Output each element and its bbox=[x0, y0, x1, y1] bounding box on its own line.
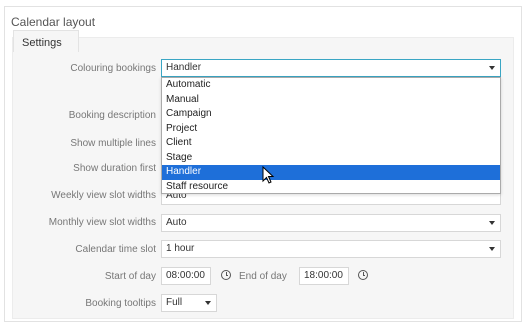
booking-description-label: Booking description bbox=[68, 110, 156, 121]
colouring-bookings-label: Colouring bookings bbox=[70, 63, 156, 74]
panel-title: Calendar layout bbox=[11, 15, 96, 29]
colouring-bookings-select[interactable]: Handler bbox=[161, 59, 501, 77]
show-duration-first-label: Show duration first bbox=[73, 163, 156, 174]
calendar-time-slot-label: Calendar time slot bbox=[75, 244, 156, 255]
booking-tooltips-select[interactable]: Full bbox=[161, 294, 217, 312]
dropdown-option-client[interactable]: Client bbox=[162, 136, 500, 151]
mouse-pointer-icon bbox=[262, 166, 275, 184]
clock-icon[interactable] bbox=[358, 270, 368, 280]
monthly-view-slot-widths-label: Monthly view slot widths bbox=[48, 217, 156, 228]
monthly-view-slot-widths-value: Auto bbox=[166, 217, 187, 228]
start-of-day-input[interactable]: 08:00:00 bbox=[161, 267, 211, 285]
calendar-time-slot-select[interactable]: 1 hour bbox=[161, 240, 501, 258]
dropdown-option-automatic[interactable]: Automatic bbox=[162, 78, 500, 93]
booking-tooltips-value: Full bbox=[166, 297, 183, 308]
booking-tooltips-label: Booking tooltips bbox=[85, 298, 156, 309]
dropdown-option-manual[interactable]: Manual bbox=[162, 93, 500, 108]
chevron-down-icon bbox=[489, 247, 495, 251]
weekly-view-slot-widths-label: Weekly view slot widths bbox=[51, 190, 156, 201]
colouring-bookings-dropdown[interactable]: Automatic Manual Campaign Project Client… bbox=[161, 77, 501, 194]
chevron-down-icon bbox=[489, 66, 495, 70]
clock-icon[interactable] bbox=[221, 270, 231, 280]
calendar-time-slot-value: 1 hour bbox=[166, 243, 195, 254]
chevron-down-icon bbox=[489, 221, 495, 225]
end-of-day-label: End of day bbox=[239, 271, 287, 282]
dropdown-option-staff-resource[interactable]: Staff resource bbox=[162, 180, 500, 195]
monthly-view-slot-widths-select[interactable]: Auto bbox=[161, 214, 501, 232]
colouring-bookings-value: Handler bbox=[166, 62, 202, 73]
tab-settings[interactable]: Settings bbox=[13, 30, 79, 52]
chevron-down-icon bbox=[205, 301, 211, 305]
dropdown-option-campaign[interactable]: Campaign bbox=[162, 107, 500, 122]
dropdown-option-stage[interactable]: Stage bbox=[162, 151, 500, 166]
start-of-day-label: Start of day bbox=[104, 271, 156, 282]
show-multiple-lines-label: Show multiple lines bbox=[70, 138, 156, 149]
dropdown-option-handler[interactable]: Handler bbox=[162, 165, 500, 180]
end-of-day-input[interactable]: 18:00:00 bbox=[299, 267, 349, 285]
dropdown-option-project[interactable]: Project bbox=[162, 122, 500, 137]
